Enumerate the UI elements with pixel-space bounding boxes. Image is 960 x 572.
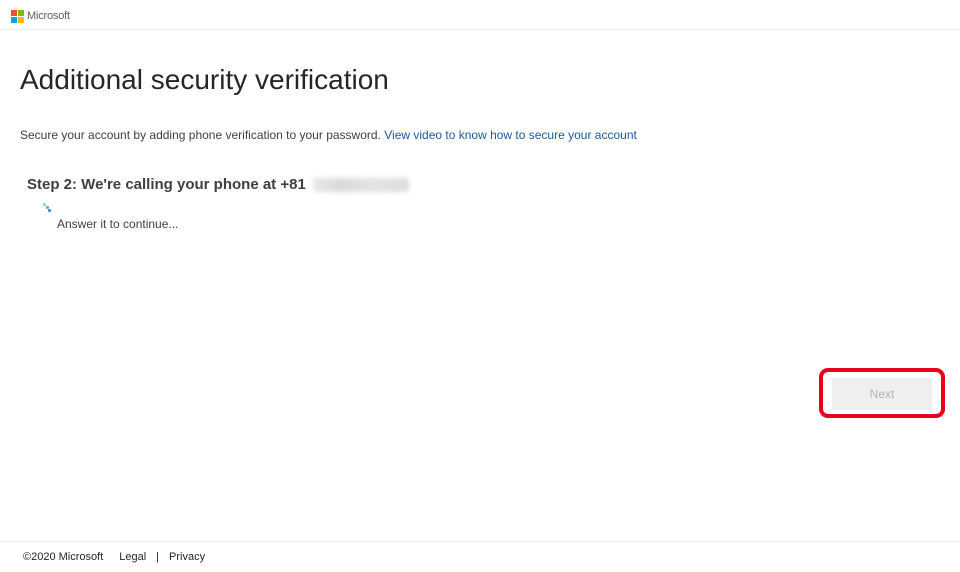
page: Microsoft Additional security verificati… <box>0 0 960 572</box>
microsoft-logo: Microsoft <box>11 9 70 23</box>
step-heading: Step 2: We're calling your phone at +81 <box>27 176 409 193</box>
microsoft-squares-icon <box>11 9 24 23</box>
brand-name: Microsoft <box>27 10 70 22</box>
legal-link[interactable]: Legal <box>119 551 146 563</box>
loading-spinner-icon <box>42 203 54 215</box>
next-button[interactable]: Next <box>832 378 932 410</box>
footer-separator: | <box>156 551 160 563</box>
status-text: Answer it to continue... <box>57 217 179 231</box>
redacted-phone-number <box>312 177 409 192</box>
privacy-link[interactable]: Privacy <box>169 551 205 563</box>
header: Microsoft <box>0 0 960 30</box>
footer-links: ©2020 Microsoft Legal | Privacy <box>23 551 205 563</box>
page-title: Additional security verification <box>20 64 389 95</box>
description-text: Secure your account by adding phone veri… <box>20 128 381 142</box>
description: Secure your account by adding phone veri… <box>20 128 637 142</box>
footer: ©2020 Microsoft Legal | Privacy <box>0 541 960 572</box>
video-link[interactable]: View video to know how to secure your ac… <box>384 128 637 142</box>
step-text: Step 2: We're calling your phone at +81 <box>27 176 306 193</box>
copyright: ©2020 Microsoft <box>23 551 104 563</box>
